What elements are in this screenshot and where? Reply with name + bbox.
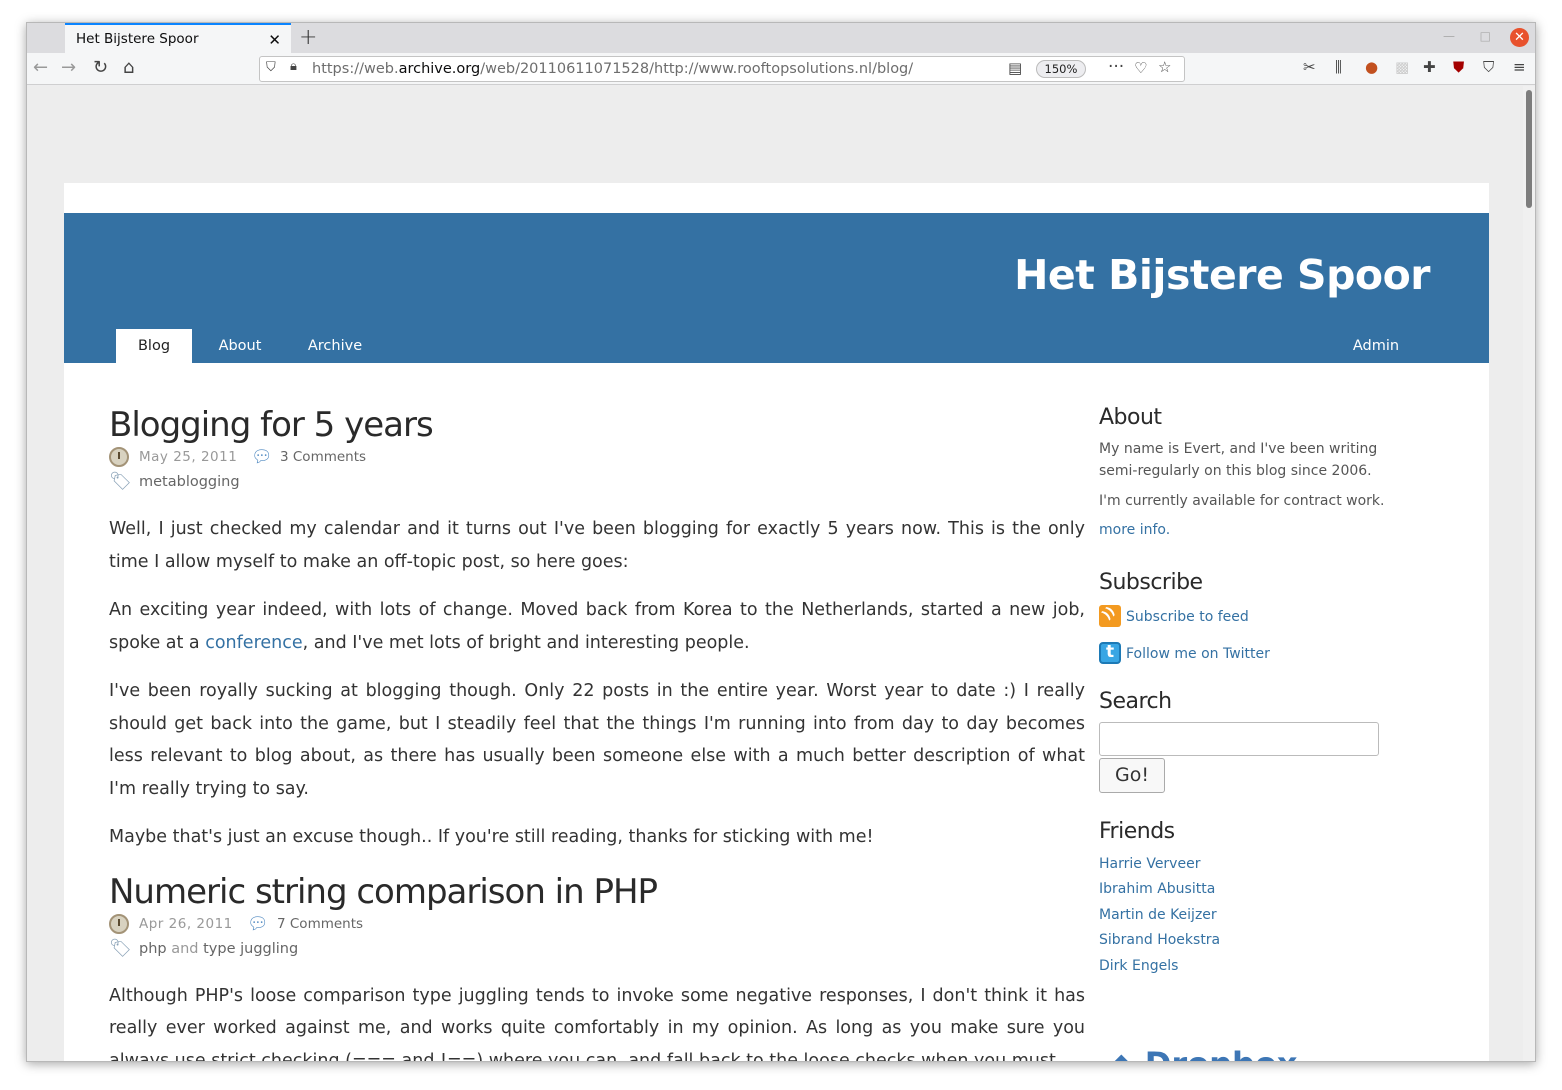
more-info-link[interactable]: more info. [1099,518,1419,544]
post-paragraph: Although PHP's loose comparison type jug… [109,985,1085,1062]
sidebar: About My name is Evert, and I've been wr… [1099,405,1419,1061]
post-title[interactable]: Numeric string comparison in PHP [109,872,1085,912]
post-paragraph: An exciting year indeed, with lots of ch… [109,600,1085,653]
browser-window: Het Bijstere Spoor ✕ + — □ ✕ ← → ↻ ⌂ ⛉ 🔒… [26,22,1536,1062]
post: Numeric string comparison in PHP Apr 26,… [109,872,1085,1062]
dropbox-banner[interactable]: ◆ Dropbox [1109,1045,1298,1061]
post-meta: Apr 26, 2011 💬︎ 7 Comments [109,912,1085,938]
post-comments-link[interactable]: 7 Comments [277,916,363,932]
conference-link[interactable]: conference [205,633,302,653]
scrollbar-thumb[interactable] [1526,90,1532,208]
pocket-icon[interactable]: ♡ [1134,59,1147,77]
tab-strip: Het Bijstere Spoor ✕ + — □ ✕ [27,23,1535,53]
sidebar-heading-friends: Friends [1099,818,1175,844]
site-title: Het Bijstere Spoor [1014,251,1430,299]
search-go-button[interactable]: Go! [1099,757,1165,793]
nav-bar: ← → ↻ ⌂ ⛉ 🔒︎ https://web.archive.org/web… [27,53,1535,85]
forward-icon[interactable]: → [61,57,76,78]
tag-link[interactable]: type juggling [203,941,298,957]
friend-link[interactable]: Martin de Keijzer [1099,903,1419,929]
blog-page: Het Bijstere Spoor Blog About Archive Ad… [64,183,1489,1062]
extension-plus-icon[interactable]: ✚ [1423,58,1436,76]
back-icon[interactable]: ← [33,57,48,78]
twitter-row: Follow me on Twitter [1099,640,1419,677]
library-icon[interactable]: ⫼ [1335,58,1342,76]
clock-icon [109,447,129,467]
tag-separator: and [171,940,199,957]
post-title[interactable]: Blogging for 5 years [109,405,1085,445]
subscribe-feed-link[interactable]: Subscribe to feed [1126,609,1249,625]
dropbox-icon: ◆ [1109,1045,1134,1061]
post-tags: 🏷︎ php and type juggling [109,938,1085,964]
tag-link[interactable]: metablogging [139,474,240,490]
nav-tab-about[interactable]: About [214,329,266,363]
post-paragraph: Well, I just checked my calendar and it … [109,519,1085,572]
extension-fox-icon[interactable]: ● [1365,58,1378,76]
home-icon[interactable]: ⌂ [123,57,134,78]
main-content: Blogging for 5 years May 25, 2011 💬︎ 3 C… [109,405,1085,1062]
feed-row: Subscribe to feed [1099,603,1419,640]
tag-icon: 🏷︎ [109,471,132,492]
comment-bubble-icon: 💬︎ [247,913,269,934]
friend-link[interactable]: Dirk Engels [1099,954,1419,980]
more-actions-icon[interactable]: ··· [1108,57,1124,77]
maximize-icon[interactable]: □ [1480,29,1491,43]
bookmark-star-icon[interactable]: ☆ [1158,58,1171,76]
tab-active[interactable]: Het Bijstere Spoor ✕ [65,23,291,53]
post-date: Apr 26, 2011 [139,915,233,932]
sidebar-heading-subscribe: Subscribe [1099,569,1203,595]
sidebar-heading-about: About [1099,405,1162,430]
post-paragraph: I've been royally sucking at blogging th… [109,681,1085,799]
tag-link[interactable]: php [139,941,167,957]
ublock-icon[interactable]: ⛊ [1453,58,1464,76]
comment-bubble-icon: 💬︎ [251,447,273,467]
post: Blogging for 5 years May 25, 2011 💬︎ 3 C… [109,405,1085,854]
tab-title: Het Bijstere Spoor [76,31,199,47]
friend-link[interactable]: Harrie Verveer [1099,852,1419,878]
url-text: https://web.archive.org/web/201106110715… [312,61,914,77]
new-tab-icon[interactable]: + [299,25,317,50]
minimize-icon[interactable]: — [1443,29,1455,43]
lock-icon[interactable]: 🔒︎ [290,59,297,74]
url-bar[interactable]: ⛉ 🔒︎ https://web.archive.org/web/2011061… [259,56,1185,82]
about-text-contract: I'm currently available for contract wor… [1099,493,1385,509]
zoom-indicator[interactable]: 150% [1036,60,1086,78]
post-meta: May 25, 2011 💬︎ 3 Comments [109,445,1085,471]
tag-icon: 🏷︎ [109,937,132,959]
about-text: My name is Evert, and I've been writing … [1099,441,1378,479]
post-tags: 🏷︎ metablogging [109,471,1085,497]
extension-shield-icon[interactable]: ⛉ [1483,58,1494,76]
nav-tab-blog[interactable]: Blog [116,329,192,363]
site-header: Het Bijstere Spoor Blog About Archive Ad… [64,213,1489,363]
reload-icon[interactable]: ↻ [93,57,108,78]
clock-icon [109,913,129,934]
sidebar-heading-search: Search [1099,688,1172,714]
post-comments-link[interactable]: 3 Comments [280,449,366,465]
screenshot-icon[interactable]: ✂ [1303,58,1316,76]
menu-icon[interactable]: ≡ [1513,58,1526,76]
nav-tab-archive[interactable]: Archive [306,329,364,363]
nav-tab-admin[interactable]: Admin [1346,329,1406,363]
extension-grid-icon[interactable]: ▩ [1395,58,1409,76]
window-close-icon[interactable]: ✕ [1510,28,1529,47]
post-paragraph: Maybe that's just an excuse though.. If … [109,827,874,847]
friend-link[interactable]: Ibrahim Abusitta [1099,877,1419,903]
shield-icon[interactable]: ⛉ [266,60,276,75]
post-date: May 25, 2011 [139,449,238,465]
page-viewport: Het Bijstere Spoor Blog About Archive Ad… [27,86,1525,1062]
rss-icon [1099,604,1121,627]
twitter-link[interactable]: Follow me on Twitter [1126,646,1270,662]
page-scrollbar[interactable] [1523,86,1535,1061]
search-input[interactable] [1099,721,1379,756]
friend-link[interactable]: Sibrand Hoekstra [1099,928,1419,954]
tab-close-icon[interactable]: ✕ [268,31,281,49]
reader-view-icon[interactable]: ▤ [1008,59,1022,77]
twitter-icon [1099,641,1121,664]
dropbox-text: Dropbox [1145,1045,1298,1061]
